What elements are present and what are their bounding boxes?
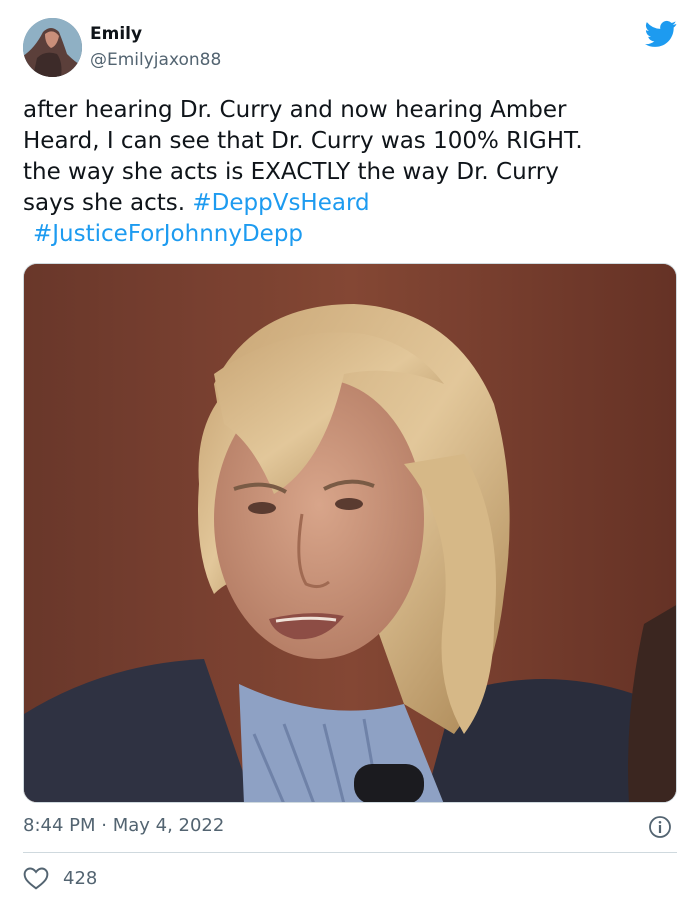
author-handle[interactable]: @Emilyjaxon88 <box>90 50 221 70</box>
divider <box>23 852 677 853</box>
hashtag-link[interactable]: #DeppVsHeard <box>192 190 369 216</box>
tweet-text-line-with-hashtag: says she acts. #DeppVsHeard <box>23 188 678 219</box>
like-count: 428 <box>63 867 98 889</box>
tweet-photo[interactable] <box>23 263 677 803</box>
tweet-timestamp[interactable]: 8:44 PM · May 4, 2022 <box>23 815 224 836</box>
tweet-text-line: after hearing Dr. Curry and now hearing … <box>23 97 567 123</box>
like-button[interactable]: 428 <box>23 866 97 890</box>
twitter-bird-icon[interactable] <box>645 20 677 48</box>
hashtag-link[interactable]: #JusticeForJohnnyDepp <box>33 221 303 247</box>
tweet-text-fragment: says she acts. <box>23 190 193 216</box>
tweet-text-line: the way she acts is EXACTLY the way Dr. … <box>23 159 559 185</box>
tweet-text-line-hashtag: #JusticeForJohnnyDepp <box>23 219 678 250</box>
author-display-name[interactable]: Emily <box>90 24 142 44</box>
tweet-card: Emily @Emilyjaxon88 after hearing Dr. Cu… <box>0 0 700 905</box>
info-icon[interactable] <box>648 815 672 839</box>
heart-icon <box>23 867 49 890</box>
tweet-text: after hearing Dr. Curry and now hearing … <box>23 95 678 250</box>
avatar[interactable] <box>23 18 82 77</box>
tweet-text-line: Heard, I can see that Dr. Curry was 100%… <box>23 128 583 154</box>
